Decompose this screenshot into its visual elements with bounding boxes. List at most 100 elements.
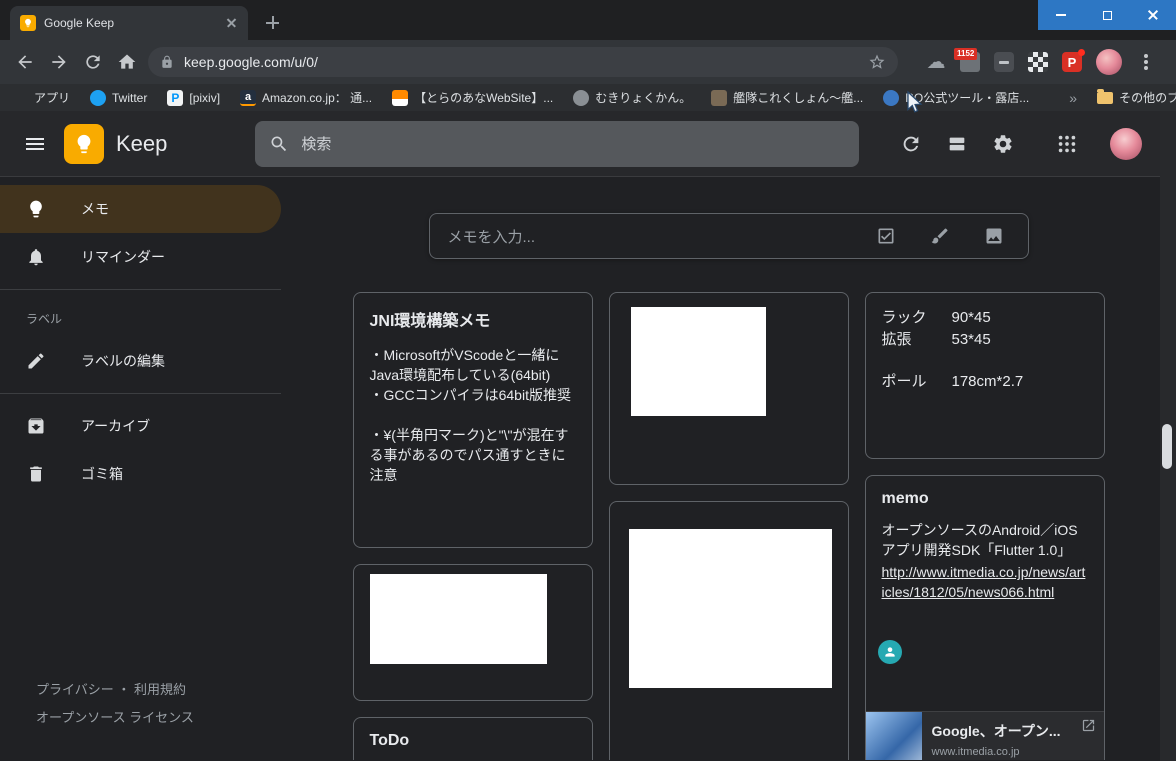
note-card-jni[interactable]: JNI環境構築メモ ・MicrosoftがVScodeと一緒に Java環境配布… [352, 292, 593, 548]
keep-header: Keep 検索 [0, 111, 1176, 177]
page-scrollbar[interactable] [1160, 111, 1176, 761]
google-apps-button[interactable] [1044, 121, 1090, 167]
extension-icon[interactable] [994, 52, 1014, 72]
new-checklist-icon[interactable] [876, 226, 896, 246]
back-button[interactable] [8, 45, 42, 79]
search-icon [271, 135, 287, 151]
sidebar-item-edit-labels[interactable]: ラベルの編集 [0, 337, 281, 385]
minimize-button[interactable] [1038, 0, 1084, 30]
bookmark-amazon[interactable]: Amazon.co.jp： 通... [240, 89, 372, 106]
bookmark-label: [pixiv] [189, 90, 221, 105]
titlebar: Google Keep [0, 0, 1176, 40]
new-drawing-icon[interactable] [930, 226, 950, 246]
open-source-license-link[interactable]: オープンソース ライセンス [36, 710, 194, 725]
bookmark-apps[interactable]: アプリ [12, 89, 70, 106]
bookmarks-overflow-chevron[interactable]: » [1069, 90, 1077, 106]
rack-row: 拡張 53*45 [882, 329, 1088, 351]
link-preview-title: Google、オープン... [931, 723, 1061, 739]
rack-label: ラック [881, 309, 927, 326]
address-bar[interactable]: keep.google.com/u/0/ [148, 47, 898, 77]
link-preview-text: Google、オープン... www.itmedia.co.jp [922, 712, 1104, 760]
notes-column-2 [608, 292, 849, 760]
note-title: ToDo [369, 732, 410, 749]
lightbulb-icon [30, 200, 42, 218]
maximize-icon [1102, 10, 1112, 20]
forward-button[interactable] [42, 45, 76, 79]
bookmark-mukiryokukan[interactable]: むきりょくかん。 [573, 89, 691, 106]
note-card-rack[interactable]: ラック 90*45 拡張 53*45 ポール 178cm*2.7 [864, 292, 1105, 459]
maximize-button[interactable] [1084, 0, 1130, 30]
browser-profile-avatar[interactable] [1096, 49, 1122, 75]
checker-extension-icon[interactable] [1028, 52, 1048, 72]
other-bookmarks-button[interactable]: その他のブックマーク [1097, 88, 1176, 106]
bookmark-ro-tools[interactable]: RO公式ツール・露店... [883, 89, 1029, 106]
rack-row: ラック 90*45 [882, 307, 1088, 329]
sidebar-footer-license: オープンソース ライセンス [36, 707, 194, 726]
site-favicon-icon [883, 89, 900, 106]
note-image [630, 307, 766, 416]
list-view-toggle-button[interactable] [934, 121, 980, 167]
bookmark-toranoana[interactable]: 【とらのあなWebSite】... [392, 89, 553, 106]
bookmark-star-icon[interactable] [868, 53, 886, 71]
note-composer[interactable]: メモを入力... [428, 213, 1029, 259]
bookmark-twitter[interactable]: Twitter [90, 89, 147, 106]
tab-close-icon[interactable] [224, 15, 240, 31]
p-extension-icon[interactable] [1062, 49, 1085, 72]
sidebar-label: リマインダー [81, 249, 165, 265]
new-tab-button[interactable] [262, 12, 284, 34]
mail-extension-icon[interactable]: 1152 [954, 48, 980, 72]
note-image [628, 529, 832, 688]
note-card-todo[interactable]: ToDo [352, 717, 593, 760]
note-card-memo[interactable]: memo オープンソースのAndroid／iOS アプリ開発SDK「Flutte… [864, 475, 1105, 760]
rack-value: 53*45 [951, 331, 991, 348]
browser-menu-icon[interactable] [1144, 60, 1148, 64]
keep-search-bar[interactable]: 検索 [255, 120, 860, 167]
notes-grid: JNI環境構築メモ ・MicrosoftがVScodeと一緒に Java環境配布… [352, 292, 1105, 760]
bookmark-label: RO公式ツール・露店... [905, 91, 1030, 105]
sidebar-footer-links: プライバシー ・ 利用規約 [36, 679, 186, 698]
reload-button[interactable] [76, 45, 110, 79]
bookmark-kancolle[interactable]: 艦隊これくしょん〜艦... [711, 89, 863, 106]
other-bookmarks-label: その他のブックマーク [1119, 91, 1176, 105]
keep-main: メモを入力... JNI環境構築メモ ・MicrosoftがVScodeと一緒に… [281, 177, 1176, 760]
sidebar-item-reminders[interactable]: リマインダー [0, 233, 281, 281]
note-body: オープンソースのAndroid／iOS アプリ開発SDK「Flutter 1.0… [881, 522, 1078, 558]
keep-logo[interactable] [64, 123, 104, 164]
note-card-image[interactable] [608, 501, 849, 760]
rack-value: 178cm*2.7 [951, 373, 1024, 390]
link-preview[interactable]: Google、オープン... www.itmedia.co.jp [865, 711, 1104, 760]
browser-tab[interactable]: Google Keep [10, 6, 248, 40]
main-menu-button[interactable] [12, 121, 58, 167]
note-card-image[interactable] [352, 564, 593, 701]
bookmarks-bar: アプリ Twitter [pixiv] Amazon.co.jp： 通... 【… [0, 84, 1176, 111]
new-image-note-icon[interactable] [984, 226, 1004, 246]
sidebar-item-archive[interactable]: アーカイブ [0, 402, 281, 450]
site-favicon-icon [711, 89, 728, 106]
keep-profile-avatar[interactable] [1110, 127, 1142, 160]
note-image [369, 574, 547, 664]
url-text[interactable]: keep.google.com/u/0/ [184, 54, 858, 70]
cloud-extension-icon[interactable] [926, 52, 946, 72]
settings-button[interactable] [980, 121, 1026, 167]
close-button[interactable] [1130, 0, 1176, 30]
refresh-button[interactable] [888, 121, 934, 167]
link-preview-domain: www.itmedia.co.jp [931, 746, 1020, 758]
refresh-icon [903, 136, 919, 151]
scrollbar-thumb[interactable] [1162, 424, 1172, 469]
sidebar-label: メモ [81, 201, 109, 217]
bookmark-label: Amazon.co.jp： 通... [262, 91, 373, 105]
bookmark-pixiv[interactable]: [pixiv] [167, 89, 221, 106]
rack-row: ポール 178cm*2.7 [882, 371, 1088, 393]
note-link[interactable]: http://www.itmedia.co.jp/news/articles/1… [882, 562, 1088, 602]
home-button[interactable] [110, 45, 144, 79]
sidebar-item-notes[interactable]: メモ [0, 185, 281, 233]
sidebar-divider [0, 289, 281, 290]
note-card-image[interactable] [608, 292, 849, 485]
footer-separator: ・ [117, 682, 131, 697]
privacy-link[interactable]: プライバシー [36, 682, 114, 697]
open-in-new-icon[interactable] [1081, 718, 1096, 733]
pencil-icon [28, 353, 44, 369]
terms-link[interactable]: 利用規約 [134, 682, 186, 697]
sidebar-item-trash[interactable]: ゴミ箱 [0, 450, 281, 498]
collaborator-avatar [877, 640, 902, 664]
